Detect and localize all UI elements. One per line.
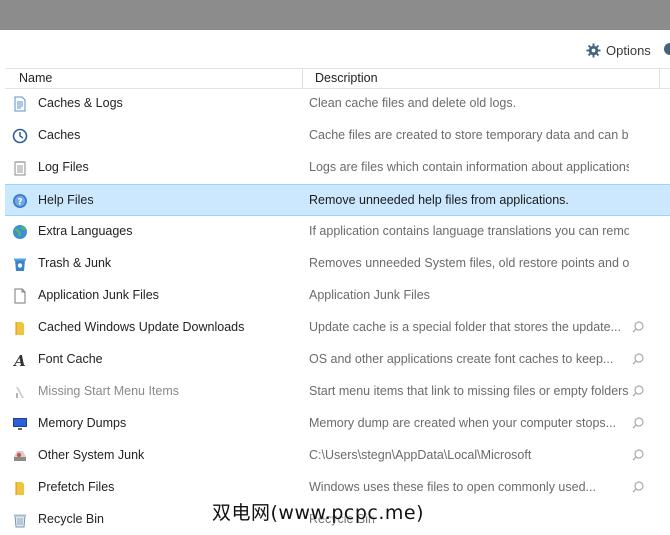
options-label: Options [606,42,651,58]
search-icon[interactable] [631,352,645,366]
table-row[interactable]: Application Junk Files Application Junk F… [5,280,670,311]
row-description: Removes unneeded System files, old resto… [309,256,629,270]
table-row[interactable]: Trash & Junk Removes unneeded System file… [5,248,670,279]
table-row[interactable]: Other System Junk C:\Users\stegn\AppData\… [5,440,670,471]
table-row[interactable]: Caches Cache files are created to store t… [5,120,670,151]
folder-icon [12,480,28,496]
row-name: Application Junk Files [38,288,159,302]
row-name: Missing Start Menu Items [38,384,180,398]
row-description: Memory dump are created when your comput… [309,416,617,430]
column-divider[interactable] [659,69,660,88]
column-divider[interactable] [302,69,303,88]
row-description: If application contains language transla… [309,224,629,238]
options-button[interactable]: Options [586,41,651,59]
table-row[interactable]: A Font Cache OS and other applications cre… [5,344,670,375]
trash-icon [12,256,28,272]
table-row[interactable]: Caches & Logs Clean cache files and delet… [5,88,670,119]
row-description: Cache files are created to store tempora… [309,128,629,142]
shortcut-icon [12,384,28,400]
clock-gear-icon [12,128,28,144]
recycle-bin-icon [12,512,28,528]
globe-icon [12,224,28,240]
column-header-name[interactable]: Name [19,71,52,85]
row-description: Windows uses these files to open commonl… [309,480,596,494]
toolbar: Options [0,30,670,68]
watermark-text: 双电网(www.pcpc.me) [212,502,424,524]
folder-icon [12,320,28,336]
table-row[interactable]: Cached Windows Update Downloads Update ca… [5,312,670,343]
search-icon[interactable] [631,480,645,494]
row-name: Recycle Bin [38,512,104,526]
svg-text:A: A [12,352,26,368]
table-row[interactable]: Extra Languages If application contains l… [5,216,670,247]
search-icon[interactable] [631,384,645,398]
row-name: Caches & Logs [38,96,123,110]
row-name: Prefetch Files [38,480,115,494]
document-icon [12,96,28,112]
search-icon[interactable] [631,448,645,462]
table-row[interactable]: Log Files Logs are files which contain in… [5,152,670,183]
row-description: Start menu items that link to missing fi… [309,384,629,398]
gear-icon [586,42,601,58]
help-icon: ? [12,193,28,209]
font-icon: A [12,352,28,370]
cleanup-table: Name Description Caches & Logs Clean cach… [5,68,670,535]
window-titlebar [0,0,670,30]
search-icon[interactable] [631,416,645,430]
row-description: Logs are files which contain information… [309,160,629,174]
row-description: Application Junk Files [309,288,430,302]
table-row[interactable]: Memory Dumps Memory dump are created when… [5,408,670,439]
search-icon[interactable] [631,320,645,334]
row-description: Clean cache files and delete old logs. [309,96,517,110]
row-name: Log Files [38,160,89,174]
row-name: Help Files [38,193,94,207]
help-circle-icon[interactable] [664,43,670,55]
svg-text:?: ? [17,198,22,208]
table-row[interactable]: ? Help Files Remove unneeded help files fr… [5,184,670,216]
row-description: OS and other applications create font ca… [309,352,614,366]
log-notepad-icon [12,160,28,176]
drive-icon [12,448,28,464]
row-description: Remove unneeded help files from applicat… [309,193,569,207]
row-name: Memory Dumps [38,416,127,430]
row-name: Caches [38,128,81,142]
column-header-description[interactable]: Description [315,71,378,85]
row-description: Update cache is a special folder that st… [309,320,621,334]
table-header: Name Description [5,68,670,89]
table-row[interactable]: Missing Start Menu Items Start menu items… [5,376,670,407]
row-name: Font Cache [38,352,103,366]
row-description: C:\Users\stegn\AppData\Local\Microsoft [309,448,532,462]
blank-file-icon [12,288,28,304]
row-name: Other System Junk [38,448,145,462]
row-name: Extra Languages [38,224,133,238]
row-name: Cached Windows Update Downloads [38,320,245,334]
monitor-icon [12,416,28,432]
row-name: Trash & Junk [38,256,112,270]
